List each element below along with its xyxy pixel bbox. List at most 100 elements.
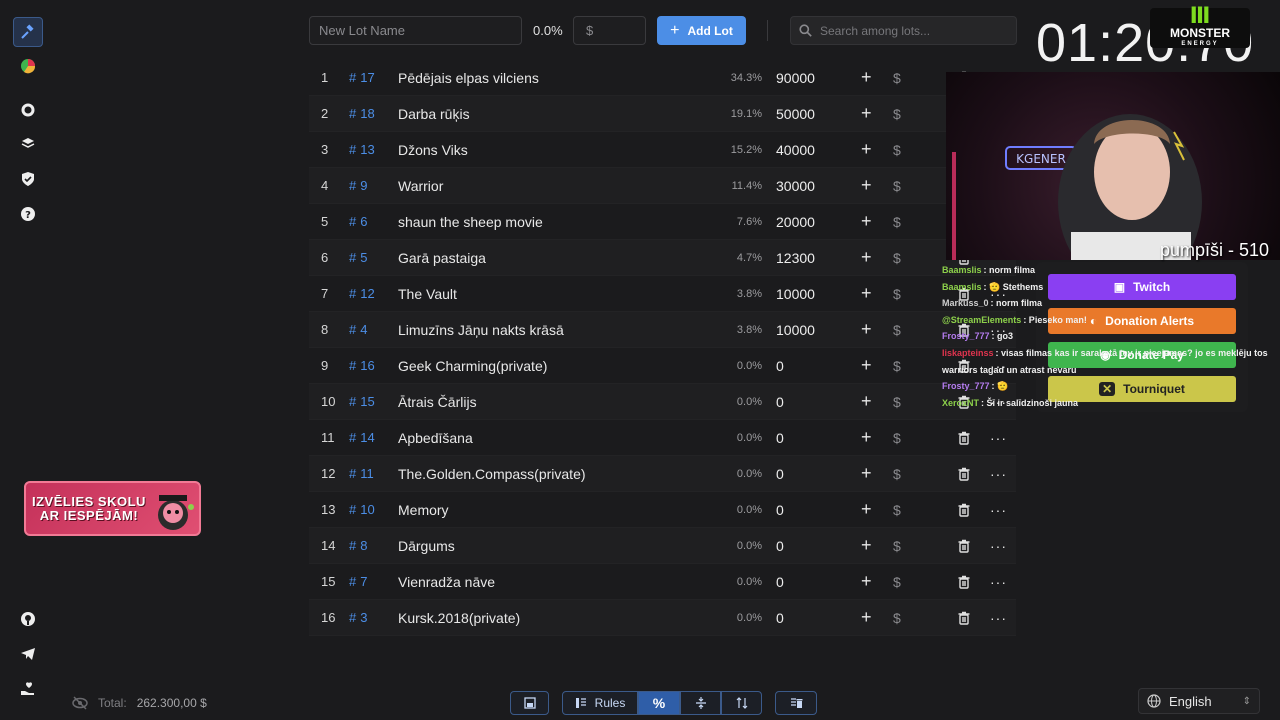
- lot-id-link[interactable]: #12: [349, 286, 375, 301]
- lot-amount[interactable]: 0: [776, 538, 784, 554]
- lot-name[interactable]: Geek Charming(private): [398, 358, 547, 374]
- lot-id-link[interactable]: #10: [349, 502, 375, 517]
- dollar-icon[interactable]: $: [893, 178, 901, 194]
- lot-amount[interactable]: 0: [776, 574, 784, 590]
- more-options-icon[interactable]: ···: [990, 610, 1007, 626]
- lot-amount[interactable]: 0: [776, 394, 784, 410]
- lot-id-link[interactable]: #16: [349, 358, 375, 373]
- telegram-icon[interactable]: [13, 639, 43, 669]
- percent-toggle-button[interactable]: %: [638, 691, 680, 715]
- dollar-icon[interactable]: $: [893, 574, 901, 590]
- dollar-icon[interactable]: $: [893, 106, 901, 122]
- dollar-icon[interactable]: $: [893, 286, 901, 302]
- add-amount-icon[interactable]: +: [861, 67, 872, 88]
- add-amount-icon[interactable]: +: [861, 175, 872, 196]
- lot-id-link[interactable]: #11: [349, 466, 374, 481]
- lot-amount[interactable]: 12300: [776, 250, 815, 266]
- lot-amount[interactable]: 0: [776, 610, 784, 626]
- add-amount-icon[interactable]: +: [861, 319, 872, 340]
- eye-off-icon[interactable]: [72, 696, 88, 710]
- search-box[interactable]: [790, 16, 1017, 45]
- add-amount-icon[interactable]: +: [861, 283, 872, 304]
- lot-name[interactable]: Memory: [398, 502, 449, 518]
- dollar-icon[interactable]: $: [893, 214, 901, 230]
- lot-name[interactable]: Garā pastaiga: [398, 250, 486, 266]
- lot-id-link[interactable]: #6: [349, 214, 367, 229]
- add-amount-icon[interactable]: +: [861, 355, 872, 376]
- layers-icon[interactable]: [13, 129, 43, 159]
- lot-amount[interactable]: 0: [776, 430, 784, 446]
- trash-icon[interactable]: [957, 503, 971, 517]
- clear-lots-button[interactable]: [775, 691, 817, 715]
- add-amount-icon[interactable]: +: [861, 247, 872, 268]
- trash-icon[interactable]: [957, 467, 971, 481]
- add-amount-icon[interactable]: +: [861, 427, 872, 448]
- language-select[interactable]: English ⇕: [1138, 688, 1260, 714]
- lot-name[interactable]: shaun the sheep movie: [398, 214, 543, 230]
- wheel-icon[interactable]: [13, 51, 43, 81]
- lot-name[interactable]: Ātrais Čārlijs: [398, 394, 477, 410]
- more-options-icon[interactable]: ···: [990, 502, 1007, 518]
- trash-icon[interactable]: [957, 611, 971, 625]
- lot-amount[interactable]: 20000: [776, 214, 815, 230]
- lot-amount[interactable]: 0: [776, 358, 784, 374]
- dollar-icon[interactable]: $: [893, 610, 901, 626]
- trash-icon[interactable]: [957, 539, 971, 553]
- more-options-icon[interactable]: ···: [990, 466, 1007, 482]
- lot-id-link[interactable]: #13: [349, 142, 375, 157]
- lot-id-link[interactable]: #4: [349, 322, 367, 337]
- save-button[interactable]: [510, 691, 549, 715]
- compact-toggle-button[interactable]: [680, 691, 721, 715]
- add-amount-icon[interactable]: +: [861, 463, 872, 484]
- sort-button[interactable]: [721, 691, 762, 715]
- add-lot-button[interactable]: + Add Lot: [657, 16, 746, 45]
- new-lot-name-input[interactable]: [309, 16, 522, 45]
- lot-amount[interactable]: 40000: [776, 142, 815, 158]
- lot-id-link[interactable]: #17: [349, 70, 375, 85]
- donate-hand-icon[interactable]: [13, 674, 43, 704]
- dollar-icon[interactable]: $: [893, 502, 901, 518]
- lot-id-link[interactable]: #18: [349, 106, 375, 121]
- lot-name[interactable]: Limuzīns Jāņu nakts krāsā: [398, 322, 564, 338]
- add-amount-icon[interactable]: +: [861, 103, 872, 124]
- dollar-icon[interactable]: $: [893, 358, 901, 374]
- lot-id-link[interactable]: #9: [349, 178, 367, 193]
- dollar-icon[interactable]: $: [893, 322, 901, 338]
- lot-amount[interactable]: 0: [776, 466, 784, 482]
- lot-id-link[interactable]: #5: [349, 250, 367, 265]
- lot-name[interactable]: Warrior: [398, 178, 443, 194]
- lot-id-link[interactable]: #3: [349, 610, 367, 625]
- lot-id-link[interactable]: #7: [349, 574, 367, 589]
- lot-id-link[interactable]: #15: [349, 394, 375, 409]
- add-amount-icon[interactable]: +: [861, 391, 872, 412]
- shield-icon[interactable]: [13, 164, 43, 194]
- add-amount-icon[interactable]: +: [861, 211, 872, 232]
- promo-banner[interactable]: IZVĒLIES SKOLU AR IESPĒJĀM!: [24, 481, 201, 536]
- dollar-icon[interactable]: $: [893, 466, 901, 482]
- lot-name[interactable]: Dārgums: [398, 538, 455, 554]
- dollar-icon[interactable]: $: [893, 250, 901, 266]
- add-amount-icon[interactable]: +: [861, 139, 872, 160]
- lot-amount[interactable]: 10000: [776, 322, 815, 338]
- lot-id-link[interactable]: #8: [349, 538, 367, 553]
- rules-button[interactable]: Rules: [562, 691, 638, 715]
- dollar-icon[interactable]: $: [893, 394, 901, 410]
- dollar-icon[interactable]: $: [893, 70, 901, 86]
- lot-name[interactable]: Vienradža nāve: [398, 574, 495, 590]
- lot-name[interactable]: Pēdējais elpas vilciens: [398, 70, 539, 86]
- auction-hammer-icon[interactable]: [13, 17, 43, 47]
- github-icon[interactable]: [13, 604, 43, 634]
- lot-name[interactable]: Darba rūķis: [398, 106, 470, 122]
- more-options-icon[interactable]: ···: [990, 430, 1007, 446]
- help-icon[interactable]: ?: [13, 199, 43, 229]
- lot-name[interactable]: Apbedīšana: [398, 430, 473, 446]
- dollar-icon[interactable]: $: [893, 142, 901, 158]
- add-amount-icon[interactable]: +: [861, 571, 872, 592]
- add-amount-icon[interactable]: +: [861, 607, 872, 628]
- gear-icon[interactable]: [13, 95, 43, 125]
- dollar-icon[interactable]: $: [893, 430, 901, 446]
- trash-icon[interactable]: [957, 431, 971, 445]
- search-input[interactable]: [820, 23, 1000, 38]
- lot-name[interactable]: The Vault: [398, 286, 457, 302]
- lot-amount[interactable]: 0: [776, 502, 784, 518]
